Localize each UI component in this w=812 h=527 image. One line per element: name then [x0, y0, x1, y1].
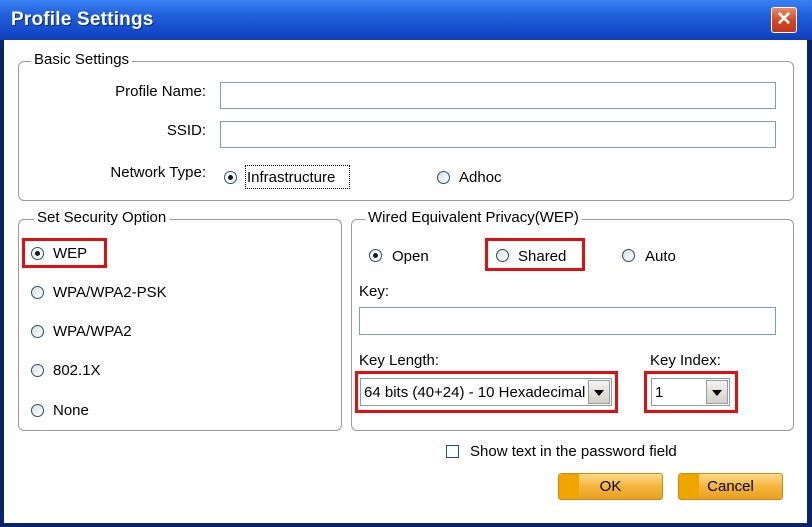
basic-settings-legend: Basic Settings — [31, 51, 133, 68]
close-button[interactable]: ✕ — [771, 7, 797, 33]
key-index-value: 1 — [655, 384, 664, 401]
wep-radio[interactable] — [31, 247, 44, 260]
none-radio[interactable] — [31, 404, 44, 417]
chevron-down-icon[interactable] — [588, 380, 610, 404]
show-text-checkbox[interactable] — [446, 445, 459, 458]
profile-name-input[interactable] — [220, 82, 776, 109]
wpa-psk-label: WPA/WPA2-PSK — [53, 284, 167, 301]
open-label: Open — [392, 248, 429, 265]
8021x-radio[interactable] — [31, 364, 44, 377]
ssid-input[interactable] — [220, 121, 776, 148]
close-icon: ✕ — [776, 9, 792, 30]
auto-radio[interactable] — [622, 249, 635, 262]
chevron-down-icon[interactable] — [706, 380, 728, 404]
cancel-button-label: Cancel — [707, 478, 754, 495]
key-length-select[interactable]: 64 bits (40+24) - 10 Hexadecimal — [360, 378, 612, 406]
shared-radio[interactable] — [496, 249, 509, 262]
infrastructure-radio[interactable] — [224, 171, 237, 184]
key-input[interactable] — [359, 307, 776, 335]
profile-settings-window: Profile Settings ✕ Basic Settings Profil… — [0, 0, 812, 527]
focus-rectangle — [245, 165, 350, 189]
ssid-label: SSID: — [166, 122, 206, 139]
security-option-legend: Set Security Option — [34, 209, 170, 226]
wpa-radio[interactable] — [31, 325, 44, 338]
none-label: None — [53, 402, 89, 419]
key-length-value: 64 bits (40+24) - 10 Hexadecimal — [364, 384, 586, 401]
adhoc-radio[interactable] — [437, 171, 450, 184]
show-text-label: Show text in the password field — [470, 443, 677, 460]
dialog-body: Basic Settings Profile Name: SSID: Netwo… — [4, 40, 807, 523]
wep-label: WEP — [53, 245, 88, 262]
network-type-label: Network Type: — [110, 164, 206, 181]
key-label: Key: — [359, 283, 390, 300]
ok-button[interactable]: OK — [558, 473, 663, 500]
window-title: Profile Settings — [11, 9, 154, 30]
shared-label: Shared — [518, 248, 567, 265]
ok-button-label: OK — [599, 478, 622, 495]
profile-name-label: Profile Name: — [115, 83, 206, 100]
key-length-label: Key Length: — [359, 352, 440, 369]
adhoc-label: Adhoc — [459, 169, 502, 186]
wpa-label: WPA/WPA2 — [53, 323, 132, 340]
cancel-button[interactable]: Cancel — [678, 473, 783, 500]
key-index-label: Key Index: — [650, 352, 721, 369]
8021x-label: 802.1X — [53, 362, 101, 379]
wpa-psk-radio[interactable] — [31, 286, 44, 299]
auto-label: Auto — [645, 248, 676, 265]
key-index-select[interactable]: 1 — [651, 378, 730, 406]
wep-legend: Wired Equivalent Privacy(WEP) — [365, 209, 582, 226]
title-bar: Profile Settings ✕ — [0, 0, 812, 40]
open-radio[interactable] — [369, 249, 382, 262]
